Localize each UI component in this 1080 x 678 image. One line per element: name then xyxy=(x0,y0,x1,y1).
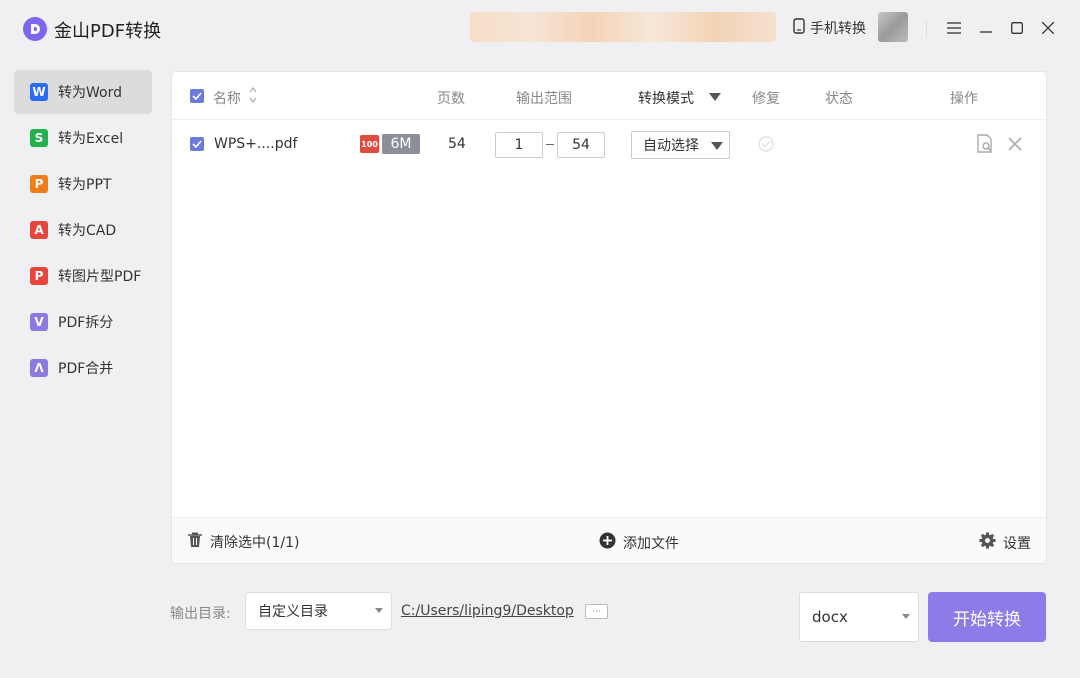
header-pages: 页数 xyxy=(437,91,465,107)
image-pdf-icon: P xyxy=(30,267,48,285)
plus-circle-icon xyxy=(599,532,616,553)
sidebar-item-label: PDF拆分 xyxy=(58,315,114,331)
start-convert-button[interactable]: 开始转换 xyxy=(928,592,1046,642)
maximize-icon[interactable] xyxy=(1007,18,1027,38)
output-dir-label: 输出目录: xyxy=(170,606,231,622)
trash-icon xyxy=(187,532,203,552)
range-to-input[interactable] xyxy=(557,132,605,158)
header-mode[interactable]: 转换模式 xyxy=(638,88,694,108)
select-all-checkbox[interactable] xyxy=(190,89,204,103)
header-repair: 修复 xyxy=(752,91,780,107)
sidebar-item-2[interactable]: P 转为PPT xyxy=(14,162,152,206)
sidebar-item-5[interactable]: V PDF拆分 xyxy=(14,300,152,344)
row-checkbox[interactable] xyxy=(190,137,204,151)
sidebar-item-label: 转图片型PDF xyxy=(58,269,142,285)
clear-selected-label: 清除选中(1/1) xyxy=(210,535,300,551)
phone-convert-button[interactable]: 手机转换 xyxy=(792,18,866,38)
settings-label: 设置 xyxy=(1003,535,1031,552)
split-icon: V xyxy=(30,313,48,331)
avatar[interactable] xyxy=(878,12,908,42)
chevron-down-icon xyxy=(902,614,910,619)
sidebar-item-label: 转为Excel xyxy=(58,131,124,147)
word-icon: W xyxy=(30,83,48,101)
sidebar-item-0[interactable]: W 转为Word xyxy=(14,70,152,114)
settings-button[interactable]: 设置 xyxy=(979,532,1031,553)
range-from-input[interactable] xyxy=(495,132,543,158)
cad-icon: A xyxy=(30,221,48,239)
app-logo-icon xyxy=(23,17,47,41)
browse-more-button[interactable]: ··· xyxy=(585,604,608,619)
sort-icon[interactable] xyxy=(249,86,257,108)
title-bar: 金山PDF转换 手机转换 xyxy=(0,0,1080,58)
page-count: 54 xyxy=(448,136,466,152)
add-file-label: 添加文件 xyxy=(623,535,679,552)
divider xyxy=(926,20,927,38)
sidebar-item-label: PDF合并 xyxy=(58,361,114,377)
sidebar-item-6[interactable]: Λ PDF合并 xyxy=(14,346,152,390)
blurred-banner xyxy=(470,12,776,42)
format-select[interactable]: docx xyxy=(799,592,919,642)
mode-select[interactable]: 自动选择 xyxy=(631,131,730,159)
phone-icon xyxy=(792,18,806,38)
sidebar: W 转为Word S 转为Excel P 转为PPT A 转为CAD P 转图片型PDF V PDF拆… xyxy=(14,70,152,392)
menu-icon[interactable] xyxy=(944,18,964,38)
mode-dropdown-icon[interactable] xyxy=(709,93,721,101)
sidebar-item-3[interactable]: A 转为CAD xyxy=(14,208,152,252)
range-dash xyxy=(546,144,554,145)
ppt-icon: P xyxy=(30,175,48,193)
add-file-button[interactable]: 添加文件 xyxy=(599,532,679,553)
repair-check-icon[interactable] xyxy=(758,136,774,156)
format-value: docx xyxy=(812,608,848,626)
file-list-panel: 名称 页数 输出范围 转换模式 修复 状态 操作 WPS+....pdf 100… xyxy=(171,71,1047,564)
header-name[interactable]: 名称 xyxy=(213,88,241,108)
output-dir-value: 自定义目录 xyxy=(258,604,328,620)
file-size-badge: 6M xyxy=(382,134,420,154)
mode-select-value: 自动选择 xyxy=(643,138,699,154)
phone-convert-label: 手机转换 xyxy=(810,21,866,37)
table-header: 名称 页数 输出范围 转换模式 修复 状态 操作 xyxy=(172,72,1046,120)
chevron-down-icon xyxy=(375,608,383,613)
merge-icon: Λ xyxy=(30,359,48,377)
output-path-link[interactable]: C:/Users/liping9/Desktop xyxy=(401,603,574,619)
header-range: 输出范围 xyxy=(516,91,572,107)
chevron-down-icon xyxy=(711,142,723,150)
sidebar-item-label: 转为CAD xyxy=(58,223,117,239)
list-footer: 清除选中(1/1) 添加文件 设置 xyxy=(172,517,1046,563)
header-actions: 操作 xyxy=(950,91,978,107)
gear-icon xyxy=(979,532,996,553)
preview-icon[interactable] xyxy=(976,134,994,158)
file-name: WPS+....pdf xyxy=(214,136,298,152)
minimize-icon[interactable] xyxy=(976,18,996,38)
sidebar-item-1[interactable]: S 转为Excel xyxy=(14,116,152,160)
app-title: 金山PDF转换 xyxy=(54,21,162,42)
score-badge-icon: 100 xyxy=(360,135,379,153)
remove-icon[interactable] xyxy=(1008,137,1022,155)
sidebar-item-label: 转为Word xyxy=(58,85,122,101)
output-dir-select[interactable]: 自定义目录 xyxy=(245,592,392,630)
table-row[interactable]: WPS+....pdf 100 6M 54 自动选择 xyxy=(172,120,1046,168)
close-icon[interactable] xyxy=(1038,18,1058,38)
clear-selected-button[interactable]: 清除选中(1/1) xyxy=(187,532,299,552)
sidebar-item-label: 转为PPT xyxy=(58,177,112,193)
header-status: 状态 xyxy=(825,91,853,107)
excel-icon: S xyxy=(30,129,48,147)
sidebar-item-4[interactable]: P 转图片型PDF xyxy=(14,254,152,298)
